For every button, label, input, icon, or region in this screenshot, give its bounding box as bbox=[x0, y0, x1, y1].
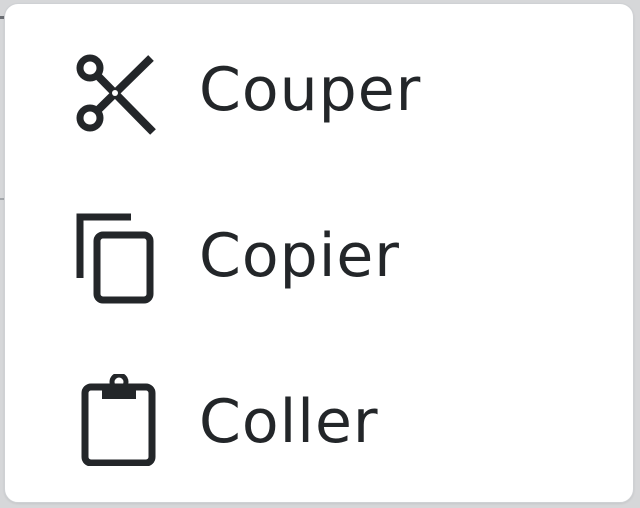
context-menu: Couper Copier Coller bbox=[4, 3, 634, 503]
scissors-icon bbox=[76, 54, 156, 135]
copy-icon bbox=[76, 213, 154, 304]
menu-item-paste[interactable]: Coller bbox=[5, 346, 633, 496]
menu-item-cut[interactable]: Couper bbox=[5, 14, 633, 164]
menu-item-copy-label: Copier bbox=[199, 221, 400, 291]
menu-item-cut-label: Couper bbox=[199, 55, 422, 125]
menu-item-copy[interactable]: Copier bbox=[5, 180, 633, 330]
clipboard-icon bbox=[81, 374, 156, 466]
menu-item-paste-label: Coller bbox=[199, 387, 379, 457]
